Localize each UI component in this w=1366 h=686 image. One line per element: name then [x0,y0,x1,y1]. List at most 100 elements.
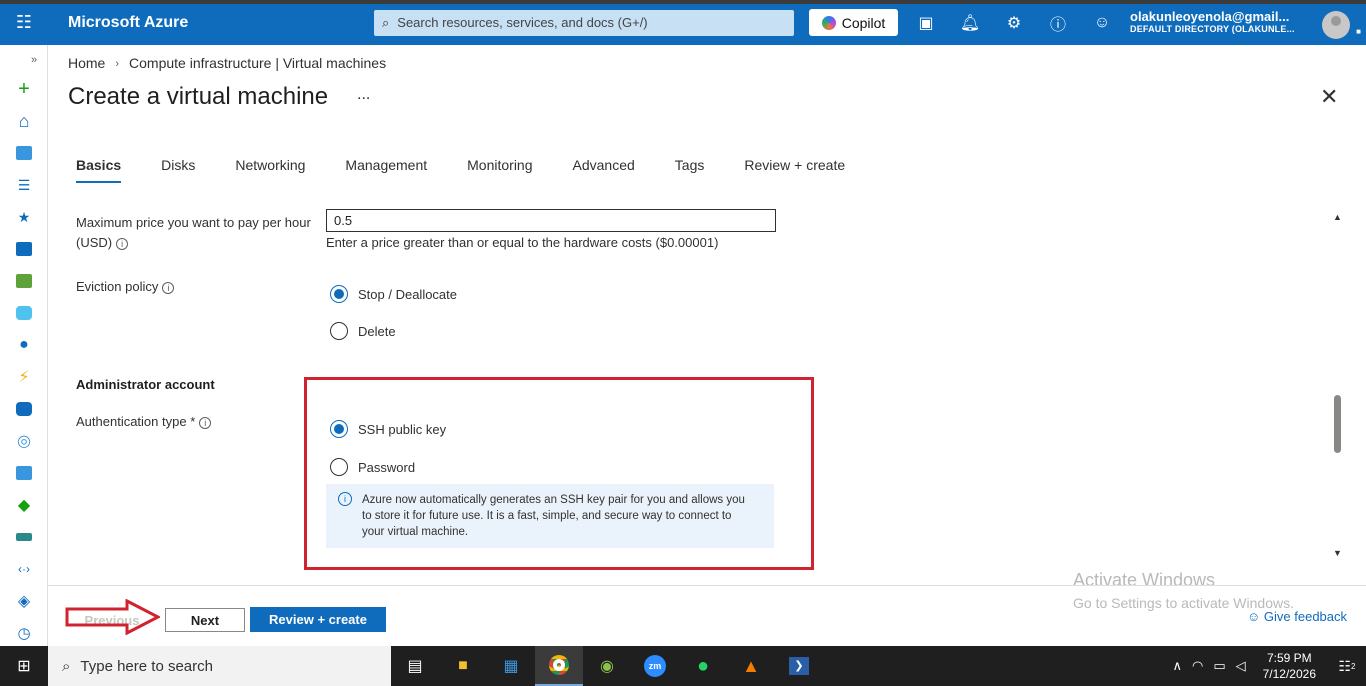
radio-label: Delete [358,323,396,339]
all-services-icon[interactable]: ☰ [14,175,34,195]
feedback-icon[interactable]: ☺ [1080,0,1124,45]
clock[interactable]: 7:59 PM 7/12/2026 [1263,650,1316,682]
radio-delete[interactable]: Delete [330,322,396,340]
radio-dot[interactable] [330,458,348,476]
info-icon[interactable]: i [116,238,129,250]
chevron-right-icon: › [115,58,120,70]
windows-start-icon[interactable]: ⊞ [0,646,48,686]
tab-advanced[interactable]: Advanced [573,157,635,183]
task-view-icon[interactable]: ▤ [391,646,439,686]
tab-networking[interactable]: Networking [235,157,305,183]
tab-monitoring[interactable]: Monitoring [467,157,532,183]
search-placeholder: Search resources, services, and docs (G+… [397,15,648,30]
resource-groups-icon[interactable] [14,303,34,323]
taskbar-search-input[interactable]: ⌕ Type here to search [48,646,391,686]
tab-review-create[interactable]: Review + create [744,157,845,183]
global-search-input[interactable]: ⌕ Search resources, services, and docs (… [374,9,794,36]
more-options-button[interactable]: ... [357,86,370,104]
wizard-footer: Previous Next Review + create ☺ Give fee… [48,585,1366,646]
notification-center-icon[interactable]: ☷ 2 [1328,658,1366,675]
max-price-label: Maximum price you want to pay per hour (… [76,213,311,253]
network-globe-icon[interactable]: ◎ [14,431,34,451]
radio-label: SSH public key [358,421,447,437]
volume-icon[interactable]: ◁ [1236,658,1246,674]
portal-menu-icon[interactable]: ☷ [0,0,48,45]
review-create-button[interactable]: Review + create [250,607,386,632]
ssh-info-line: your virtual machine. [362,526,469,538]
notifications-icon[interactable]: 🔔︎ [948,0,992,45]
radio-stop-deallocate[interactable]: Stop / Deallocate [330,285,457,303]
lock-icon: ■ [1356,27,1361,36]
powershell-icon[interactable]: ❯ [775,646,823,686]
expand-menu-icon[interactable]: » [24,50,44,70]
storage-accounts-icon[interactable] [14,527,34,547]
home-icon[interactable]: ⌂ [14,111,34,131]
sql-database-icon[interactable] [14,399,34,419]
cloud-shell-icon[interactable]: ▣ [904,0,948,45]
eviction-policy-label: Eviction policy i [76,277,175,297]
wizard-tabs: Basics Disks Networking Management Monit… [76,157,885,183]
notification-count: 2 [1351,661,1356,671]
basics-form: Maximum price you want to pay per hour (… [48,200,1348,585]
vlc-icon[interactable]: ▲ [727,646,775,686]
radio-dot[interactable] [330,322,348,340]
auth-type-label: Authentication type * i [76,412,212,432]
favorites-star-icon[interactable]: ★ [14,207,34,227]
info-icon[interactable]: i [162,282,175,294]
minecraft-icon[interactable]: ◉ [583,646,631,686]
feedback-person-icon: ☺ [1247,609,1261,624]
whatsapp-icon[interactable]: ● [679,646,727,686]
next-button[interactable]: Next [165,608,245,632]
max-price-input[interactable]: 0.5 [326,209,776,232]
microsoft-store-icon[interactable]: ▦ [487,646,535,686]
dashboard-icon[interactable] [14,143,34,163]
radio-password[interactable]: Password [330,458,415,476]
windows-taskbar: ⊞ ⌕ Type here to search ▤ ■ ▦ ◉ zm ● ▲ ❯… [0,646,1366,686]
scrollbar-thumb[interactable] [1334,395,1341,453]
scroll-down-icon[interactable]: ▼ [1333,548,1342,558]
entra-id-icon[interactable]: ◈ [14,591,34,611]
wifi-icon[interactable]: ◠ [1192,658,1203,674]
radio-dot[interactable] [330,285,348,303]
info-icon[interactable]: i [199,417,212,429]
cosmos-db-icon[interactable]: ● [14,335,34,355]
breadcrumb: Home › Compute infrastructure | Virtual … [68,55,386,73]
tab-management[interactable]: Management [345,157,427,183]
radio-label: Password [358,459,416,475]
scroll-up-icon[interactable]: ▲ [1333,212,1342,222]
settings-gear-icon[interactable]: ⚙ [992,0,1036,45]
file-explorer-icon[interactable]: ■ [439,646,487,686]
devops-icon[interactable]: ◆ [14,495,34,515]
copilot-label: Copilot [841,14,886,31]
form-scrollbar[interactable]: ▲ ▼ [1333,212,1343,562]
give-feedback-link[interactable]: ☺ Give feedback [1247,609,1347,624]
copilot-button[interactable]: Copilot [809,9,898,36]
copilot-icon [821,15,836,30]
breadcrumb-current[interactable]: Compute infrastructure | Virtual machine… [129,55,386,73]
radio-dot[interactable] [330,420,348,438]
tab-tags[interactable]: Tags [675,157,705,183]
close-icon[interactable]: ✕ [1320,84,1338,110]
zoom-icon[interactable]: zm [631,646,679,686]
avatar[interactable] [1322,11,1350,39]
tab-basics[interactable]: Basics [76,157,122,183]
create-resource-icon[interactable]: + [14,78,34,100]
help-icon[interactable]: ⓘ [1036,0,1080,45]
monitor-icon[interactable]: ◷ [14,623,34,643]
ssh-info-line: Azure now automatically generates an SSH… [362,494,745,506]
chevron-up-icon[interactable]: ∧ [1172,658,1182,674]
eviction-policy-text: Eviction policy [76,279,159,294]
radio-ssh-public-key[interactable]: SSH public key [330,420,446,438]
brand-title[interactable]: Microsoft Azure [68,14,374,32]
chrome-icon[interactable] [535,646,583,686]
virtual-network-icon[interactable]: ‹·› [14,559,34,579]
all-resources-icon[interactable] [14,271,34,291]
account-menu[interactable]: olakunleoyenola@gmail... DEFAULT DIRECTO… [1130,10,1295,34]
app-services-icon[interactable] [14,239,34,259]
tab-disks[interactable]: Disks [161,157,195,183]
virtual-machines-icon[interactable] [14,463,34,483]
battery-icon[interactable]: ▭ [1213,658,1225,674]
breadcrumb-home[interactable]: Home [68,55,105,73]
function-app-icon[interactable]: ⚡ [14,367,34,387]
max-price-hint: Enter a price greater than or equal to t… [326,235,719,250]
